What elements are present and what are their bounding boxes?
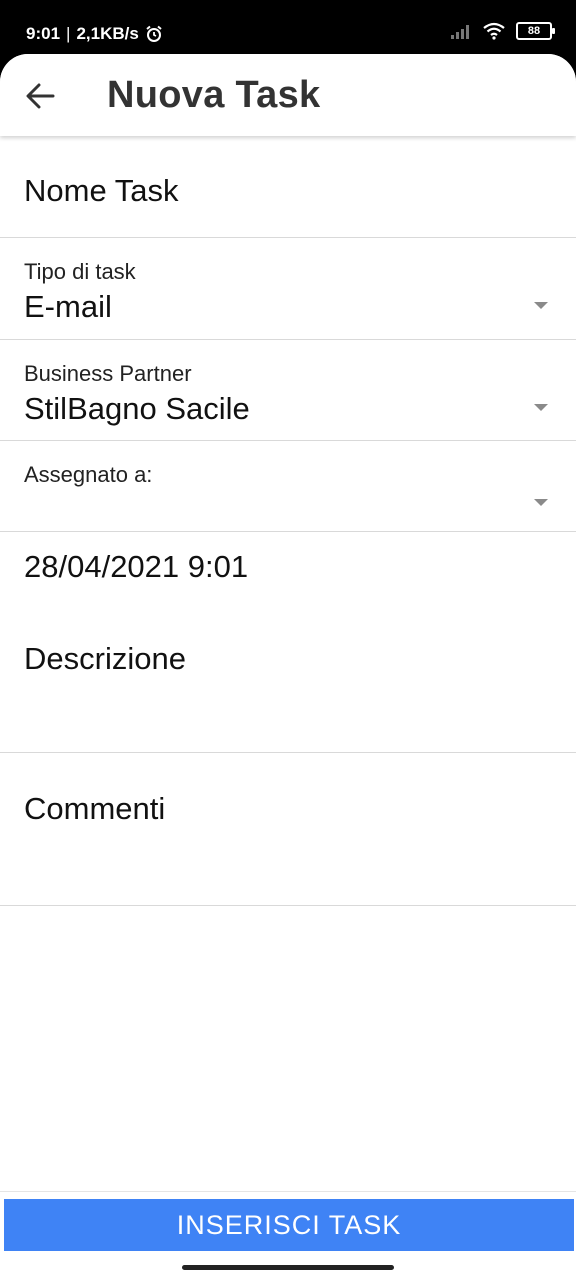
wifi-icon xyxy=(482,22,506,40)
business-partner-dropdown[interactable]: Business Partner StilBagno Sacile xyxy=(0,340,576,441)
descrizione-placeholder: Descrizione xyxy=(24,641,186,676)
nome-task-placeholder: Nome Task xyxy=(24,173,179,208)
assegnato-label: Assegnato a: xyxy=(24,462,153,487)
status-network-speed: 2,1KB/s xyxy=(76,24,139,43)
datetime-value: 28/04/2021 9:01 xyxy=(24,549,249,584)
arrow-left-icon xyxy=(25,83,55,109)
status-time: 9:01 xyxy=(26,24,61,43)
inserisci-task-button[interactable]: INSERISCI TASK xyxy=(4,1199,574,1251)
alarm-icon xyxy=(145,25,163,43)
battery-icon: 88 xyxy=(516,22,555,40)
commenti-placeholder: Commenti xyxy=(24,791,166,826)
descrizione-field[interactable]: Descrizione xyxy=(0,602,576,753)
commenti-field[interactable]: Commenti xyxy=(0,753,576,906)
button-divider xyxy=(0,1191,576,1192)
dropdown-arrow-icon xyxy=(534,404,548,411)
nome-task-field[interactable]: Nome Task xyxy=(0,136,576,238)
assegnato-dropdown[interactable]: Assegnato a: xyxy=(0,441,576,532)
back-button[interactable] xyxy=(20,76,60,116)
business-partner-label: Business Partner xyxy=(24,361,192,386)
signal-icon xyxy=(450,23,472,39)
tipo-task-label: Tipo di task xyxy=(24,259,136,284)
page-title: Nuova Task xyxy=(107,74,321,116)
app-screen: Nuova Task Nome Task Tipo di task E-mail… xyxy=(0,54,576,1280)
tipo-task-dropdown[interactable]: Tipo di task E-mail xyxy=(0,238,576,340)
status-left: 9:01 | 2,1KB/s xyxy=(26,24,163,44)
status-separator: | xyxy=(66,24,71,43)
dropdown-arrow-icon xyxy=(534,499,548,506)
datetime-field[interactable]: 28/04/2021 9:01 xyxy=(0,532,576,602)
home-indicator[interactable] xyxy=(182,1265,394,1270)
business-partner-value: StilBagno Sacile xyxy=(24,391,250,426)
app-bar: Nuova Task xyxy=(0,54,576,136)
tipo-task-value: E-mail xyxy=(24,289,112,324)
dropdown-arrow-icon xyxy=(534,302,548,309)
status-right: 88 xyxy=(450,22,555,40)
